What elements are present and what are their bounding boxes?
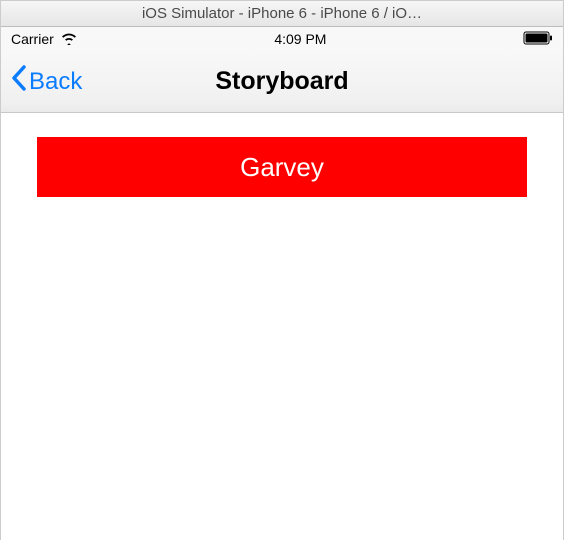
wifi-icon <box>60 31 78 48</box>
carrier-label: Carrier <box>11 31 54 47</box>
simulator-window-title: iOS Simulator - iPhone 6 - iPhone 6 / iO… <box>142 5 422 22</box>
chevron-back-icon <box>11 65 27 98</box>
back-button-label: Back <box>29 68 82 96</box>
garvey-label-text: Garvey <box>240 152 324 183</box>
navigation-bar: Back Storyboard <box>1 51 563 113</box>
ios-status-bar: Carrier 4:09 PM <box>1 27 563 51</box>
simulator-window-titlebar: iOS Simulator - iPhone 6 - iPhone 6 / iO… <box>1 1 563 27</box>
battery-icon <box>523 31 553 48</box>
back-button[interactable]: Back <box>1 65 82 98</box>
navigation-title: Storyboard <box>215 67 348 96</box>
content-view: Garvey <box>1 113 563 541</box>
status-bar-right <box>523 31 553 48</box>
garvey-label: Garvey <box>37 137 527 197</box>
status-bar-left: Carrier <box>11 31 78 48</box>
status-bar-time: 4:09 PM <box>274 31 326 47</box>
